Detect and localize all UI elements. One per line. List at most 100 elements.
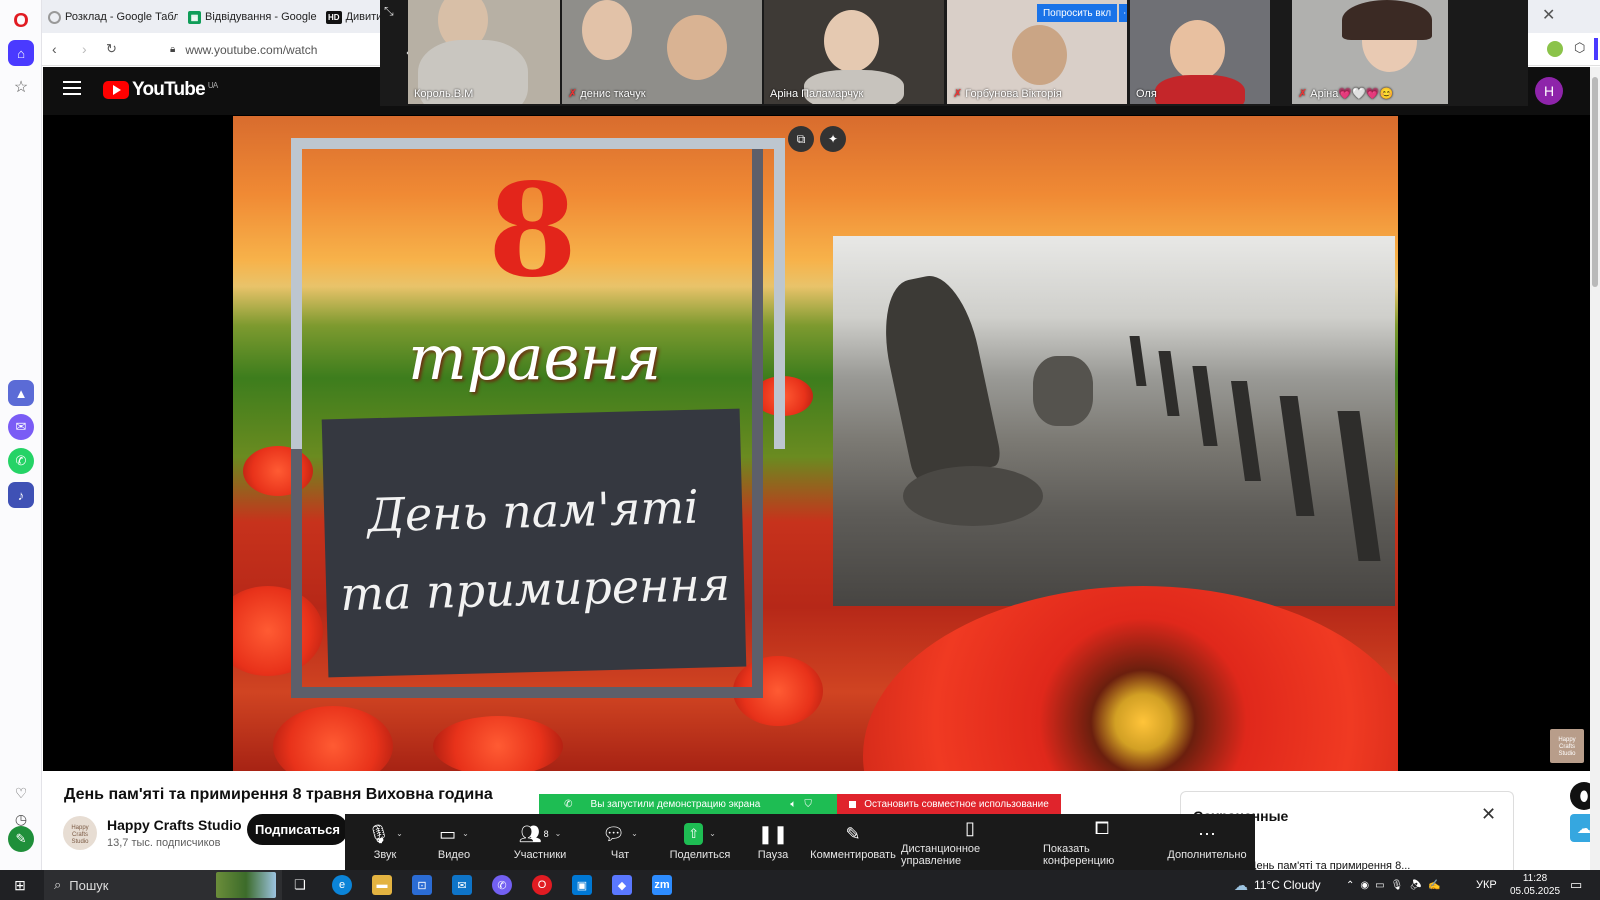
url-field[interactable]: 🔒︎ www.youtube.com/watch	[170, 39, 410, 61]
scroll-thumb[interactable]	[1592, 77, 1598, 287]
participant-tile[interactable]: ✗ денис ткачук	[562, 0, 762, 104]
participant-face	[667, 15, 727, 80]
opera-logo-icon[interactable]: O	[8, 8, 34, 34]
show-meeting-button[interactable]: ⧠ Показать конференцию	[1043, 814, 1161, 870]
notifications-icon[interactable]: ▭	[1570, 870, 1582, 900]
participant-tile[interactable]: ✗ Аріна💗🤍💗😊	[1292, 0, 1448, 104]
chevron-down-icon: ⌄	[554, 829, 562, 838]
sparkle-icon[interactable]: ✦	[820, 126, 846, 152]
poppy-flower	[273, 706, 393, 771]
messenger-icon[interactable]: ✉	[8, 414, 34, 440]
participant-name: Оля	[1136, 88, 1157, 100]
account-avatar[interactable]: H	[1535, 77, 1563, 105]
aria-icon[interactable]: ▲	[8, 380, 34, 406]
more-options-icon[interactable]: ⋯	[1119, 4, 1127, 22]
edit-icon[interactable]: ✎	[8, 826, 34, 852]
music-icon[interactable]: ♪	[8, 482, 34, 508]
app-window-icon[interactable]: ▣	[572, 875, 592, 895]
video-button[interactable]: ▭ ⌄ Видео	[427, 814, 481, 870]
menu-icon[interactable]	[63, 81, 81, 95]
chat-button[interactable]: 💬︎ ⌄ Чат	[593, 814, 647, 870]
participant-body	[1155, 75, 1245, 104]
sheets-icon: ▦	[188, 10, 201, 24]
participant-name: ✗ денис ткачук	[568, 88, 646, 100]
whatsapp-icon[interactable]: ✆	[8, 448, 34, 474]
date-month: травня	[408, 321, 662, 394]
remote-control-button[interactable]: ▯ Дистанционное управление	[901, 814, 1039, 870]
page-scrollbar[interactable]	[1590, 67, 1600, 870]
box-icon[interactable]: ⬡	[1574, 40, 1585, 56]
clock[interactable]: 11:28 05.05.2025	[1510, 870, 1560, 900]
chevron-down-icon: ⌄	[631, 829, 638, 838]
viber-icon[interactable]: ✆	[492, 875, 512, 895]
video-frame[interactable]: 8 травня День пам'яті та примирення ⧉ ✦	[233, 116, 1398, 771]
close-panel-icon[interactable]: ✕	[1481, 804, 1496, 825]
app-diamond-icon[interactable]: ◆	[612, 875, 632, 895]
store-icon[interactable]: ⊡	[412, 875, 432, 895]
title-plate: День пам'яті та примирення	[321, 408, 747, 678]
participants-button[interactable]: 👥︎ 8 ⌄ Участники	[505, 814, 575, 870]
zoom-taskbar-icon[interactable]: zm	[652, 875, 672, 895]
extension-icon[interactable]	[1547, 41, 1563, 57]
participant-tile[interactable]: Оля	[1130, 0, 1270, 104]
fence-post	[1158, 351, 1180, 416]
participant-tile[interactable]: Попросить вкл ⋯ ✗ Горбунова Вікторія	[947, 0, 1127, 104]
annotate-button[interactable]: ✎ Комментировать	[805, 814, 901, 870]
participant-tile[interactable]: Аріна Паламарчук	[764, 0, 944, 104]
soldier-figure	[1033, 356, 1093, 426]
sidebar-toggle[interactable]	[1594, 38, 1598, 60]
task-view-icon[interactable]: ❏	[290, 875, 310, 895]
subscribe-button[interactable]: Подписаться	[247, 814, 348, 845]
channel-watermark[interactable]: Happy Crafts Studio	[1550, 729, 1584, 763]
participant-name: Аріна Паламарчук	[770, 88, 864, 100]
language-indicator[interactable]: УКР	[1476, 870, 1497, 900]
audio-button[interactable]: 🎙︎ ⌄ Звук	[361, 814, 409, 870]
youtube-play-icon	[103, 81, 129, 99]
participant-tile[interactable]: Король.В.М	[408, 0, 560, 104]
collapse-icon[interactable]: ⤡	[384, 4, 394, 19]
date-number: 8	[488, 156, 578, 306]
ask-to-unmute-button[interactable]: Попросить вкл	[1037, 4, 1117, 22]
participant-name: Король.В.М	[414, 88, 474, 100]
pen-icon: ✎	[845, 824, 861, 844]
chevron-down-icon: ⌄	[396, 829, 403, 838]
favorites-heart-icon[interactable]: ♡	[8, 780, 34, 806]
opera-taskbar-icon[interactable]: O	[532, 875, 552, 895]
fence-post	[1279, 396, 1315, 516]
close-window-icon[interactable]: ✕	[1542, 5, 1556, 24]
reload-icon[interactable]: ↻	[106, 41, 117, 57]
edge-icon[interactable]: e	[332, 875, 352, 895]
home-icon[interactable]: ⌂	[8, 40, 34, 66]
stop-share-button[interactable]: Остановить совместное использование	[837, 794, 1061, 814]
share-button[interactable]: ⇧ ⌄ Поделиться	[663, 814, 737, 870]
channel-avatar[interactable]: Happy Crafts Studio	[63, 816, 97, 850]
hd-icon: HD	[326, 10, 342, 24]
tab-rozklad[interactable]: Розклад - Google Табли...	[48, 4, 178, 30]
weather-widget[interactable]: ☁ 11°C Cloudy	[1234, 870, 1321, 900]
windows-start-icon[interactable]: ⊞	[10, 875, 30, 895]
back-icon[interactable]: ‹	[52, 41, 57, 57]
participant-face	[582, 0, 632, 60]
forward-icon[interactable]: ›	[82, 41, 87, 57]
tray-icons[interactable]: ⌃◉▭🎙︎🔈︎✍	[1346, 870, 1446, 900]
more-button[interactable]: ⋯ Дополнительно	[1167, 814, 1247, 870]
file-explorer-icon[interactable]: ▬	[372, 875, 392, 895]
tab-vidviduvannia[interactable]: ▦ Відвідування - Google Та...	[188, 4, 318, 30]
zoom-toolbar: 🎙︎ ⌄ Звук ▭ ⌄ Видео 👥︎ 8 ⌄ Участники 💬︎ ⌄ Чат…	[345, 814, 1255, 870]
soldier-figure	[873, 268, 1003, 484]
muted-mic-icon: ✗	[1298, 88, 1308, 100]
bookmarks-icon[interactable]: ☆	[8, 74, 34, 100]
pause-button[interactable]: ❚❚ Пауза	[745, 814, 801, 870]
youtube-logo[interactable]: YouTube UA	[103, 79, 218, 101]
mail-icon[interactable]: ✉	[452, 875, 472, 895]
plate-line-2: та примирення	[339, 556, 731, 622]
phone-icon: ✆	[564, 798, 573, 810]
subscriber-count: 13,7 тыс. подписчиков	[107, 837, 221, 849]
people-icon: 👥︎ 8 ⌄	[518, 824, 562, 844]
sharing-notice[interactable]: ✆ Вы запустили демонстрацию экрана 🔈︎ ⛉	[539, 794, 837, 814]
share-icon: ⇧ ⌄	[684, 823, 716, 845]
miniplayer-icon[interactable]: ⧉	[788, 126, 814, 152]
taskbar-search[interactable]: ⌕ Пошук	[44, 870, 282, 900]
zoom-gallery-strip: ⤡ ‹ Король.В.М ✗ денис ткачук Аріна Пала…	[380, 0, 1528, 106]
channel-name[interactable]: Happy Crafts Studio	[107, 817, 242, 833]
